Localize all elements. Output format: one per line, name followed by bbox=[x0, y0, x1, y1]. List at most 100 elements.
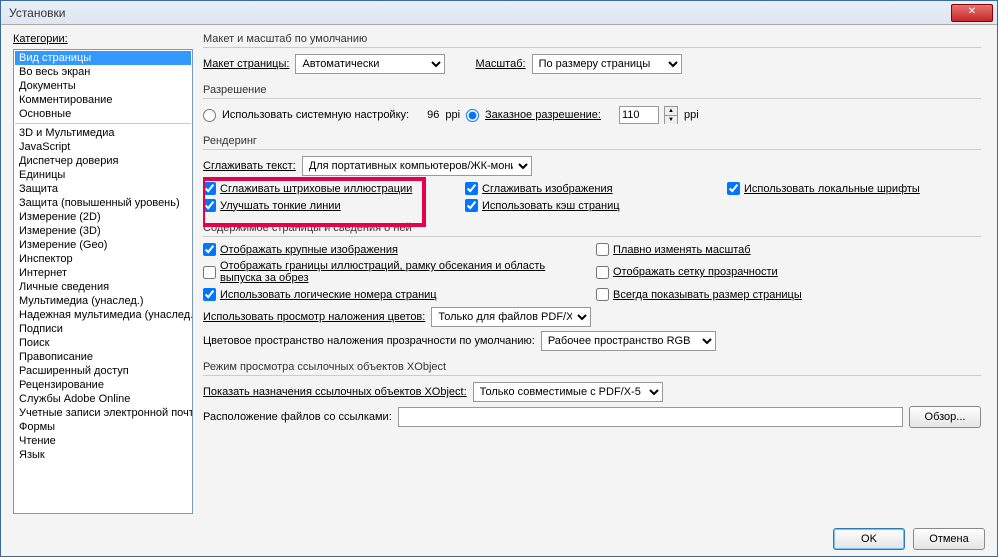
section-resolution: Разрешение Использовать системную настро… bbox=[203, 84, 981, 125]
system-resolution-label: Использовать системную настройку: bbox=[222, 109, 409, 121]
logical-pages-checkbox[interactable] bbox=[203, 288, 216, 301]
browse-button[interactable]: Обзор... bbox=[909, 406, 981, 428]
content-area: Категории: Вид страницыВо весь экранДоку… bbox=[1, 25, 997, 522]
spinner-up-icon[interactable]: ▲ bbox=[665, 107, 677, 116]
category-item[interactable]: Интернет bbox=[15, 266, 191, 280]
preferences-window: Установки ✕ Категории: Вид страницыВо ве… bbox=[0, 0, 998, 557]
section-title-rendering: Рендеринг bbox=[203, 135, 981, 150]
logical-pages-label: Использовать логические номера страниц bbox=[220, 289, 437, 301]
section-rendering: Рендеринг Сглаживать текст: Для портатив… bbox=[203, 135, 981, 212]
close-button[interactable]: ✕ bbox=[951, 4, 993, 22]
section-page-content: Содержимое страницы и сведения о ней Ото… bbox=[203, 222, 981, 351]
section-xobject: Режим просмотра ссылочных объектов XObje… bbox=[203, 361, 981, 428]
smooth-zoom-checkbox[interactable] bbox=[596, 243, 609, 256]
category-item[interactable]: Защита bbox=[15, 182, 191, 196]
cancel-button[interactable]: Отмена bbox=[913, 528, 985, 550]
transparency-grid-checkbox[interactable] bbox=[596, 266, 609, 279]
titlebar: Установки ✕ bbox=[1, 1, 997, 25]
section-title-resolution: Разрешение bbox=[203, 84, 981, 99]
category-item[interactable]: Измерение (2D) bbox=[15, 210, 191, 224]
local-fonts-checkbox[interactable] bbox=[727, 182, 740, 195]
category-item[interactable]: Мультимедиа (унаслед.) bbox=[15, 294, 191, 308]
category-item[interactable]: Язык bbox=[15, 448, 191, 462]
section-title-layout: Макет и масштаб по умолчанию bbox=[203, 33, 981, 48]
xobject-location-label: Расположение файлов со ссылками: bbox=[203, 411, 392, 423]
overprint-preview-label: Использовать просмотр наложения цветов: bbox=[203, 311, 425, 323]
category-item[interactable]: Правописание bbox=[15, 350, 191, 364]
settings-panel: Макет и масштаб по умолчанию Макет стран… bbox=[203, 33, 985, 514]
category-item[interactable]: 3D и Мультимедиа bbox=[15, 126, 191, 140]
category-item[interactable]: Основные bbox=[15, 107, 191, 121]
categories-label: Категории: bbox=[13, 33, 193, 45]
smooth-lineart-checkbox[interactable] bbox=[203, 182, 216, 195]
category-item[interactable]: Формы bbox=[15, 420, 191, 434]
show-artbox-label: Отображать границы иллюстраций, рамку об… bbox=[220, 260, 588, 284]
category-item[interactable]: Расширенный доступ bbox=[15, 364, 191, 378]
page-size-label: Всегда показывать размер страницы bbox=[613, 289, 802, 301]
category-item[interactable]: Личные сведения bbox=[15, 280, 191, 294]
page-layout-label: Макет страницы: bbox=[203, 58, 289, 70]
large-images-checkbox[interactable] bbox=[203, 243, 216, 256]
custom-resolution-radio[interactable] bbox=[466, 109, 479, 122]
category-item[interactable]: Комментирование bbox=[15, 93, 191, 107]
category-item[interactable]: Чтение bbox=[15, 434, 191, 448]
system-resolution-value: 96 bbox=[427, 109, 439, 121]
zoom-select[interactable]: По размеру страницы bbox=[532, 54, 682, 74]
category-separator bbox=[15, 123, 191, 124]
show-artbox-checkbox[interactable] bbox=[203, 266, 216, 279]
category-item[interactable]: Подписи bbox=[15, 322, 191, 336]
category-item[interactable]: Вид страницы bbox=[15, 51, 191, 65]
section-title-page-content: Содержимое страницы и сведения о ней bbox=[203, 222, 981, 237]
xobject-show-select[interactable]: Только совместимые с PDF/X-5 bbox=[473, 382, 663, 402]
transparency-colorspace-label: Цветовое пространство наложения прозрачн… bbox=[203, 335, 535, 347]
category-item[interactable]: Измерение (3D) bbox=[15, 224, 191, 238]
page-layout-select[interactable]: Автоматически bbox=[295, 54, 445, 74]
resolution-spinner[interactable]: ▲▼ bbox=[664, 106, 678, 124]
thin-lines-checkbox[interactable] bbox=[203, 199, 216, 212]
ppi-label-1: ppi bbox=[445, 109, 460, 121]
category-item[interactable]: Инспектор bbox=[15, 252, 191, 266]
category-item[interactable]: Защита (повышенный уровень) bbox=[15, 196, 191, 210]
smooth-text-label: Сглаживать текст: bbox=[203, 160, 296, 172]
zoom-label: Масштаб: bbox=[475, 58, 525, 70]
section-title-xobject: Режим просмотра ссылочных объектов XObje… bbox=[203, 361, 981, 376]
transparency-grid-label: Отображать сетку прозрачности bbox=[613, 266, 778, 278]
thin-lines-label: Улучшать тонкие линии bbox=[220, 200, 341, 212]
window-title: Установки bbox=[5, 6, 65, 20]
transparency-colorspace-select[interactable]: Рабочее пространство RGB bbox=[541, 331, 716, 351]
large-images-label: Отображать крупные изображения bbox=[220, 244, 398, 256]
smooth-text-select[interactable]: Для портативных компьютеров/ЖК-мониторов bbox=[302, 156, 532, 176]
xobject-location-input[interactable] bbox=[398, 407, 903, 427]
footer: OK Отмена bbox=[1, 522, 997, 556]
page-cache-label: Использовать кэш страниц bbox=[482, 200, 620, 212]
system-resolution-radio[interactable] bbox=[203, 109, 216, 122]
page-cache-checkbox[interactable] bbox=[465, 199, 478, 212]
category-item[interactable]: Рецензирование bbox=[15, 378, 191, 392]
xobject-show-label: Показать назначения ссылочных объектов X… bbox=[203, 386, 467, 398]
ppi-label-2: ppi bbox=[684, 109, 699, 121]
smooth-lineart-label: Сглаживать штриховые иллюстрации bbox=[220, 183, 412, 195]
overprint-preview-select[interactable]: Только для файлов PDF/X bbox=[431, 307, 591, 327]
category-item[interactable]: Службы Adobe Online bbox=[15, 392, 191, 406]
section-layout: Макет и масштаб по умолчанию Макет стран… bbox=[203, 33, 981, 74]
category-item[interactable]: Учетные записи электронной почты bbox=[15, 406, 191, 420]
custom-resolution-label: Заказное разрешение: bbox=[485, 109, 601, 121]
smooth-images-checkbox[interactable] bbox=[465, 182, 478, 195]
sidebar: Категории: Вид страницыВо весь экранДоку… bbox=[13, 33, 193, 514]
category-item[interactable]: Надежная мультимедиа (унаслед.) bbox=[15, 308, 191, 322]
category-item[interactable]: Единицы bbox=[15, 168, 191, 182]
category-item[interactable]: JavaScript bbox=[15, 140, 191, 154]
ok-button[interactable]: OK bbox=[833, 528, 905, 550]
local-fonts-label: Использовать локальные шрифты bbox=[744, 183, 920, 195]
categories-list[interactable]: Вид страницыВо весь экранДокументыКоммен… bbox=[13, 49, 193, 514]
category-item[interactable]: Во весь экран bbox=[15, 65, 191, 79]
smooth-zoom-label: Плавно изменять масштаб bbox=[613, 244, 751, 256]
custom-resolution-input[interactable] bbox=[619, 106, 659, 124]
category-item[interactable]: Измерение (Geo) bbox=[15, 238, 191, 252]
category-item[interactable]: Поиск bbox=[15, 336, 191, 350]
spinner-down-icon[interactable]: ▼ bbox=[665, 116, 677, 124]
smooth-images-label: Сглаживать изображения bbox=[482, 183, 613, 195]
category-item[interactable]: Документы bbox=[15, 79, 191, 93]
category-item[interactable]: Диспетчер доверия bbox=[15, 154, 191, 168]
page-size-checkbox[interactable] bbox=[596, 288, 609, 301]
